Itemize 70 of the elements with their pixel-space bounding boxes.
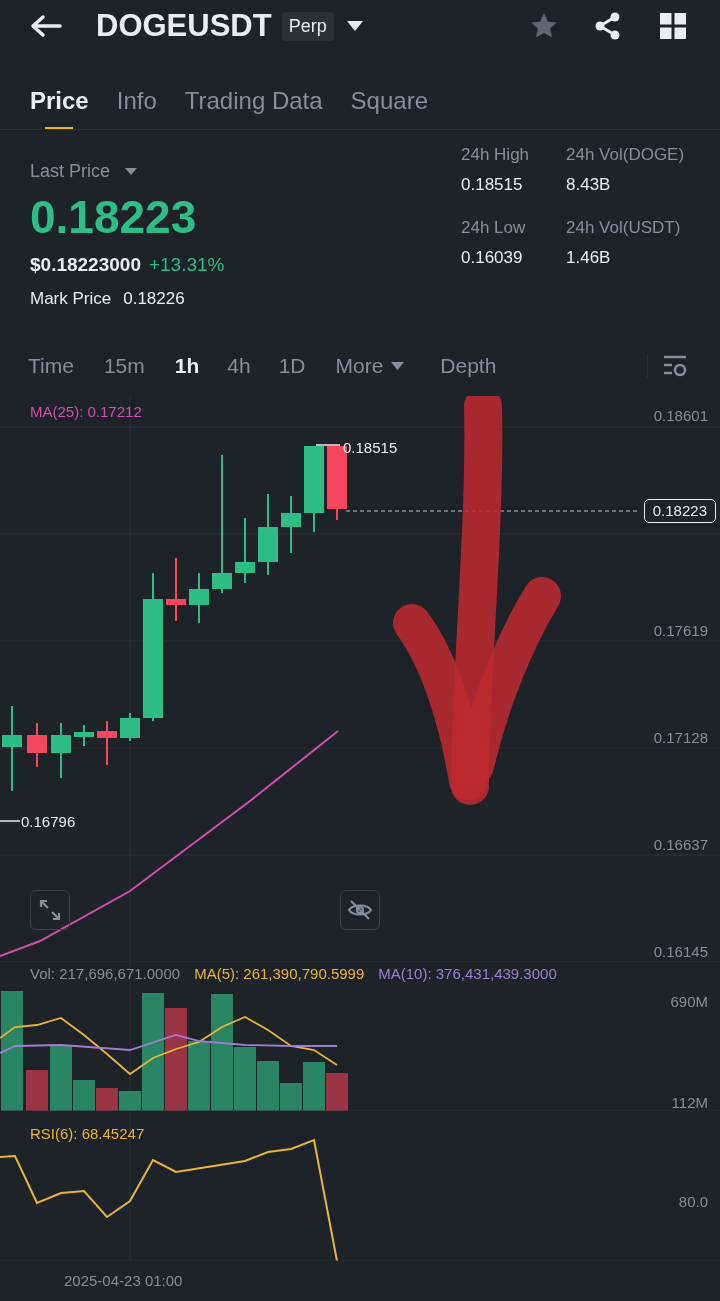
expand-button[interactable] (30, 890, 70, 930)
perp-badge: Perp (281, 11, 334, 41)
mark-price-label: Mark Price (30, 287, 112, 310)
stat-label: 24h High (461, 144, 531, 166)
candlestick (281, 495, 301, 554)
stat-value: 0.16039 (461, 246, 524, 269)
axis-label: 80.0 (678, 1193, 708, 1211)
mark-price: 0.18226 (123, 287, 185, 310)
volume-label: Vol: 217,696,671.0000 (30, 964, 181, 984)
hide-button[interactable] (340, 890, 380, 930)
back-icon[interactable] (30, 14, 62, 38)
eye-slash-icon (347, 900, 373, 920)
grid-icon[interactable] (660, 13, 686, 39)
stat-value: 1.46B (566, 246, 612, 269)
indicator-label: MA(10): 376,431,439.3000 (378, 964, 557, 984)
share-icon[interactable] (594, 12, 622, 40)
price-tag: 0.18223 (643, 499, 716, 523)
indicator-label: MA(25): 0.17212 (30, 402, 142, 422)
tab[interactable]: Price (30, 67, 89, 129)
candlestick (27, 722, 47, 768)
leader-line (0, 820, 21, 822)
candlestick (51, 722, 71, 779)
axis-label: 0.17619 (653, 622, 708, 640)
candlestick (235, 517, 255, 584)
time-axis-label: 2025-04-23 01:00 (64, 1271, 183, 1292)
symbol-title: DOGEUSDT (96, 6, 272, 45)
price-label: 0.18515 (343, 438, 398, 458)
interval-tab[interactable]: 1D (278, 350, 306, 382)
interval-tab[interactable]: 15m (103, 350, 145, 382)
last-price-label: Last Price (30, 160, 111, 183)
stat-value: 8.43B (566, 173, 612, 196)
axis-label: 0.18601 (653, 407, 708, 425)
usd-price: $0.18223000 (30, 253, 141, 277)
stat-value: 0.18515 (461, 173, 524, 196)
last-price: 0.18223 (30, 191, 198, 243)
interval-tab[interactable]: Time (28, 350, 74, 382)
tab[interactable]: Info (116, 67, 157, 129)
leader-line (315, 444, 341, 446)
stat-label: 24h Vol(USDT) (566, 217, 682, 239)
caret-icon (391, 362, 405, 370)
volume-bar (326, 1073, 348, 1111)
volume-bar (96, 1088, 118, 1111)
expand-icon (39, 899, 61, 921)
price-label: 0.16796 (21, 812, 76, 832)
candlestick (189, 572, 209, 624)
stat-label: 24h Vol(DOGE) (566, 144, 686, 166)
tab[interactable]: Trading Data (184, 67, 323, 129)
more-button[interactable]: More (335, 350, 405, 382)
indicator-label: MA(5): 261,390,790.5999 (194, 964, 365, 984)
chart-settings-icon[interactable] (662, 354, 688, 378)
tab-underline (45, 127, 74, 129)
stat-label: 24h Low (461, 217, 527, 239)
tab[interactable]: Square (350, 67, 428, 129)
indicator-label: RSI(6): 68.45247 (30, 1124, 145, 1144)
candlestick (97, 720, 117, 766)
candlestick (166, 557, 186, 622)
axis-label: 0.17128 (653, 729, 708, 747)
interval-tab[interactable]: 4h (227, 350, 251, 382)
volume-bar (26, 1070, 48, 1111)
caret-icon[interactable] (345, 20, 364, 32)
candlestick (74, 724, 94, 747)
candlestick (120, 712, 140, 742)
price-change: +13.31% (148, 253, 225, 277)
interval-tab[interactable]: 1h (174, 350, 200, 382)
axis-label: 112M (671, 1094, 708, 1112)
axis-label: 0.16145 (653, 943, 708, 961)
axis-label: 690M (670, 993, 708, 1011)
axis-label: 0.16637 (653, 836, 708, 854)
depth-tab[interactable]: Depth (440, 350, 497, 382)
star-icon[interactable] (529, 12, 559, 40)
